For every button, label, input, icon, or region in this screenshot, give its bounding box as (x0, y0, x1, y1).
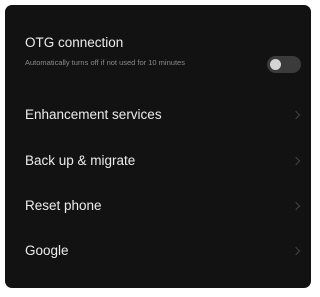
menu-item-label: Reset phone (25, 198, 102, 213)
chevron-right-icon (291, 246, 301, 256)
menu-item-label: Enhancement services (25, 107, 162, 122)
toggle-knob (270, 59, 281, 70)
settings-screen: OTG connection Automatically turns off i… (5, 5, 311, 288)
menu-item-label: Back up & migrate (25, 153, 136, 168)
menu-item-google[interactable]: Google (5, 228, 311, 274)
menu-item-back-up-migrate[interactable]: Back up & migrate (5, 138, 311, 184)
chevron-right-icon (291, 156, 301, 166)
chevron-right-icon (291, 201, 301, 211)
menu-item-label: Google (25, 243, 69, 258)
otg-connection-toggle[interactable] (267, 56, 301, 73)
chevron-right-icon (291, 110, 301, 120)
menu-item-reset-phone[interactable]: Reset phone (5, 183, 311, 229)
menu-item-enhancement-services[interactable]: Enhancement services (5, 92, 311, 138)
otg-connection-description: Automatically turns off if not used for … (25, 58, 185, 67)
otg-connection-title: OTG connection (25, 35, 124, 50)
